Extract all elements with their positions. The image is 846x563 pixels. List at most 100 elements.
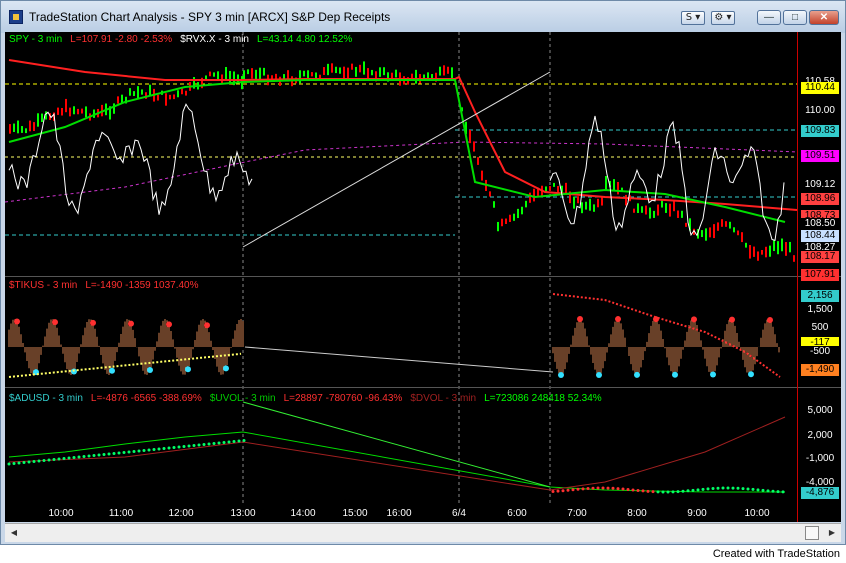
price-bar (41, 113, 43, 122)
price-bar (169, 94, 171, 100)
price-bar (311, 72, 313, 77)
time-axis-tick: 12:00 (168, 508, 194, 519)
price-bar (303, 70, 305, 77)
adusd-dot (711, 487, 715, 491)
adusd-dot (122, 451, 126, 454)
title-bar[interactable]: TradeStation Chart Analysis - SPY 3 min … (1, 1, 845, 33)
price-bar (247, 69, 249, 75)
pane-divider[interactable] (5, 276, 841, 277)
time-axis-tick: 10:00 (48, 508, 74, 519)
minimize-button[interactable]: — (757, 10, 781, 25)
tikus-extreme-dot (90, 319, 96, 326)
price-bar (363, 61, 365, 75)
adusd-dot (651, 490, 655, 494)
price-bar (493, 201, 495, 208)
price-bar (677, 210, 679, 218)
price-bar (473, 141, 475, 152)
price-bar (307, 70, 309, 79)
adusd-dot (561, 489, 565, 493)
adusd-dot (696, 488, 700, 492)
price-legend-item: L=107.91 -2.80 -2.53% (70, 34, 173, 45)
adusd-dot (626, 487, 630, 491)
adusd-dot (701, 487, 705, 491)
price-bar (181, 88, 183, 95)
price-bar (121, 94, 123, 103)
price-bar (355, 66, 357, 77)
scroll-left-icon[interactable]: ◀ (7, 526, 21, 540)
adusd-dot (706, 487, 710, 491)
adusd-dot (751, 487, 755, 491)
tikus-legend-item: L=-1490 -1359 1037.40% (85, 280, 199, 291)
adusd-dot (182, 445, 186, 448)
tikus-legend-item: $TIKUS - 3 min (9, 280, 78, 291)
settings-dropdown-button[interactable]: ⚙ ▾ (711, 11, 735, 25)
adusd-dot (781, 490, 785, 494)
adusd-dot (187, 444, 191, 448)
tikus-axis-label: -500 (801, 346, 839, 358)
rvx-line (8, 103, 253, 215)
adusd-dot (676, 490, 680, 494)
adusd-legend-item: L=28897 -780760 -96.43% (283, 393, 403, 404)
adusd-dot (571, 488, 575, 492)
tikus-extreme-dot (729, 316, 735, 323)
adusd-dot (162, 447, 166, 450)
price-bar (741, 232, 743, 243)
adusd-dot (112, 452, 116, 455)
price-bar (593, 204, 595, 212)
scroll-thumb[interactable] (805, 526, 819, 540)
price-bar (477, 157, 479, 165)
price-bar (217, 71, 219, 80)
adusd-dot (157, 447, 161, 451)
window-title: TradeStation Chart Analysis - SPY 3 min … (29, 10, 391, 24)
price-bar (177, 90, 179, 98)
chart-area[interactable]: SPY - 3 min L=107.91 -2.80 -2.53% $RVX.X -… (5, 32, 841, 522)
adusd-dot (7, 462, 11, 466)
pane-divider[interactable] (5, 387, 841, 388)
price-bar (573, 196, 575, 209)
price-bar (379, 67, 381, 77)
tikus-extreme-dot (577, 316, 583, 323)
chart-plot[interactable] (5, 32, 841, 522)
adusd-dot (152, 448, 156, 451)
price-bar (717, 222, 719, 231)
price-bar (469, 129, 471, 144)
price-bar (439, 66, 441, 76)
price-bar (733, 227, 735, 233)
price-bar (137, 86, 139, 99)
price-bar (415, 69, 417, 84)
tikus-extreme-dot (166, 321, 172, 328)
scroll-right-icon[interactable]: ▶ (825, 526, 839, 540)
guide-line-magenta (5, 141, 798, 203)
close-button[interactable]: ✕ (809, 10, 839, 25)
price-bar (661, 200, 663, 208)
adusd-dot (741, 487, 745, 491)
price-bar (653, 210, 655, 218)
adusd-dot (556, 489, 560, 493)
adusd-dot (72, 456, 76, 459)
horizontal-scrollbar[interactable]: ◀ ▶ (5, 523, 841, 542)
price-bar (331, 63, 333, 73)
adusd-dot (87, 454, 91, 458)
dvol-line (8, 416, 786, 491)
adusd-dot (621, 487, 625, 491)
price-bar (673, 200, 675, 212)
price-bar (605, 176, 607, 190)
price-bar (339, 67, 341, 74)
adusd-dot (127, 450, 131, 454)
tikus-extreme-dot (223, 365, 229, 372)
price-bar (545, 186, 547, 192)
price-bar (359, 64, 361, 73)
maximize-button[interactable]: □ (783, 10, 807, 25)
price-bar (141, 89, 143, 95)
symbol-link-button[interactable]: S ▾ (681, 11, 705, 25)
tikus-cumulative (8, 352, 242, 378)
price-axis-label: 109.83 (801, 125, 839, 137)
price-bar (185, 90, 187, 96)
price-bar (165, 93, 167, 106)
price-bar (225, 66, 227, 80)
price-bar (251, 68, 253, 79)
price-bar (447, 66, 449, 74)
price-axis-label: 109.12 (801, 179, 839, 191)
adusd-dot (32, 460, 36, 463)
price-bar (443, 65, 445, 76)
